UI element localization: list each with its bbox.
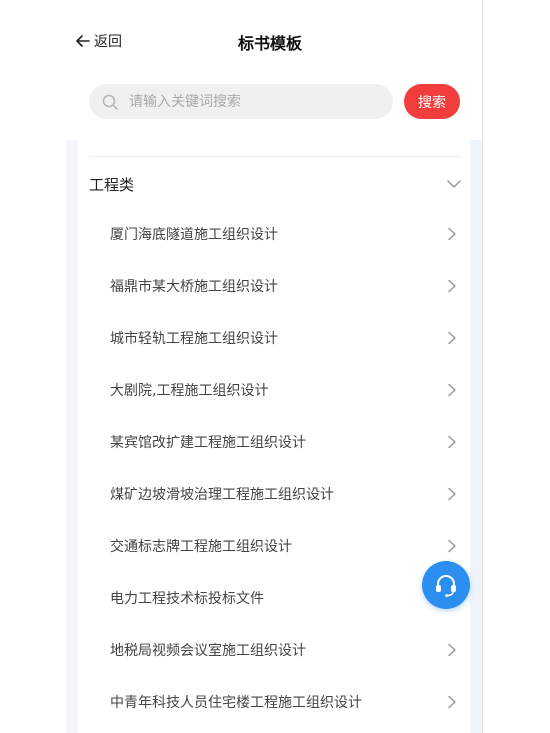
list-item-label: 厦门海底隧道施工组织设计 [110, 227, 278, 243]
page-title: 标书模板 [237, 34, 302, 53]
customer-service-button[interactable] [422, 561, 470, 609]
list-item[interactable]: 电力工程技术标投标文件 [110, 572, 463, 624]
search-field[interactable] [89, 84, 393, 119]
category-label: 工程类 [89, 175, 135, 194]
list-item-label: 交通标志牌工程施工组织设计 [110, 539, 292, 555]
list-item[interactable]: 大剧院,工程施工组织设计 [110, 364, 463, 416]
list-item[interactable]: 某宾馆改扩建工程施工组织设计 [110, 416, 463, 468]
search-icon [102, 94, 118, 110]
list-item[interactable]: 城市轻轨工程施工组织设计 [110, 312, 463, 364]
header: 返回 标书模板 [0, 0, 482, 80]
chevron-down-icon [447, 180, 461, 188]
chevron-right-icon [448, 539, 456, 553]
list-item-label: 福鼎市某大桥施工组织设计 [110, 279, 278, 295]
list-item[interactable]: 交通标志牌工程施工组织设计 [110, 520, 463, 572]
list-item-label: 电力工程技术标投标文件 [110, 591, 264, 607]
search-input[interactable] [127, 92, 371, 111]
divider [89, 156, 461, 157]
list-item[interactable]: 中青年科技人员住宅楼工程施工组织设计 [110, 676, 463, 728]
chevron-right-icon [448, 487, 456, 501]
search-button[interactable]: 搜索 [404, 84, 460, 119]
list-item[interactable]: 地税局视频会议室施工组织设计 [110, 624, 463, 676]
list-item[interactable]: 厦门海底隧道施工组织设计 [110, 208, 463, 260]
chevron-right-icon [448, 643, 456, 657]
chevron-right-icon [448, 331, 456, 345]
template-list: 厦门海底隧道施工组织设计 福鼎市某大桥施工组织设计 城市轻轨工程施工组织设计 大… [110, 208, 463, 728]
list-item-label: 中青年科技人员住宅楼工程施工组织设计 [110, 695, 362, 711]
headset-icon [436, 575, 456, 597]
list-item-label: 城市轻轨工程施工组织设计 [110, 331, 278, 347]
chevron-right-icon [448, 383, 456, 397]
chevron-right-icon [448, 227, 456, 241]
list-item-label: 大剧院,工程施工组织设计 [110, 383, 269, 399]
list-item[interactable]: 福鼎市某大桥施工组织设计 [110, 260, 463, 312]
list-item-label: 地税局视频会议室施工组织设计 [110, 643, 306, 659]
category-header[interactable]: 工程类 [89, 166, 463, 202]
chevron-right-icon [448, 435, 456, 449]
chevron-right-icon [448, 279, 456, 293]
list-item-label: 某宾馆改扩建工程施工组织设计 [110, 435, 306, 451]
right-edge-panel [482, 0, 550, 733]
list-item[interactable]: 煤矿边坡滑坡治理工程施工组织设计 [110, 468, 463, 520]
left-gutter [66, 140, 78, 733]
right-gutter [470, 140, 482, 733]
chevron-right-icon [448, 695, 456, 709]
list-item-label: 煤矿边坡滑坡治理工程施工组织设计 [110, 487, 334, 503]
